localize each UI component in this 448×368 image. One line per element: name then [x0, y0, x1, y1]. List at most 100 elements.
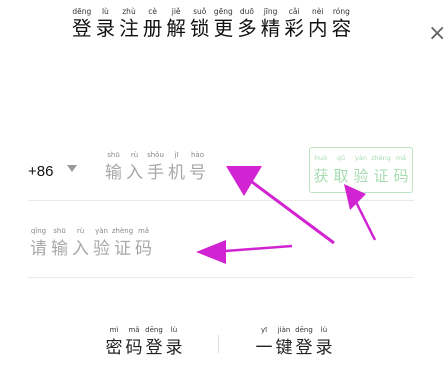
- ruby-char: zhèng 证: [112, 226, 133, 261]
- one-click-login-link[interactable]: yī 一 jiàn 键 dēng 登 lù 录: [254, 325, 334, 360]
- pinyin: qǐng: [30, 227, 47, 235]
- ruby-char: duō 多: [235, 6, 259, 41]
- ruby-char: rù 入: [70, 226, 91, 261]
- close-icon[interactable]: ×: [428, 22, 446, 46]
- ruby-char: lù 录: [314, 325, 334, 360]
- get-code-button[interactable]: huò 获 qǔ 取 yàn 验 zhèng 证 mǎ 码: [309, 147, 413, 193]
- divider: [28, 200, 414, 201]
- chevron-down-icon[interactable]: [67, 165, 77, 172]
- hanzi: 彩: [284, 17, 304, 40]
- ruby-char: yàn 验: [91, 226, 112, 261]
- ruby-char: dēng 登: [144, 325, 164, 360]
- hanzi: 码: [125, 338, 143, 358]
- pinyin: qǔ: [336, 153, 346, 162]
- pinyin: shū: [107, 151, 120, 159]
- pinyin: zhù: [122, 7, 136, 16]
- pinyin: dēng: [295, 326, 313, 334]
- pinyin: yī: [260, 326, 268, 334]
- pinyin: hào: [190, 151, 204, 159]
- hanzi: 输: [51, 239, 68, 259]
- pinyin: rù: [130, 151, 139, 159]
- hanzi: 精: [260, 17, 281, 40]
- ruby-char: suǒ 锁: [188, 6, 212, 41]
- pinyin: rù: [76, 227, 85, 235]
- ruby-char: huò 获: [311, 153, 331, 188]
- hanzi: 登: [295, 338, 313, 358]
- hanzi: 机: [168, 163, 185, 183]
- pinyin: zhèng: [111, 227, 134, 235]
- hanzi: 码: [135, 239, 152, 259]
- pinyin: lù: [320, 326, 328, 334]
- pinyin: zhèng: [371, 153, 391, 162]
- ruby-char: qǔ 取: [331, 153, 351, 188]
- hanzi: 入: [126, 163, 143, 183]
- ruby-char: dēng 登: [70, 6, 94, 41]
- pinyin: cǎi: [288, 7, 300, 16]
- hanzi: 码: [393, 166, 409, 185]
- ruby-char: shū 输: [103, 150, 124, 185]
- country-code[interactable]: +86: [28, 163, 53, 180]
- pinyin: róng: [332, 7, 350, 16]
- hanzi: 请: [30, 239, 47, 259]
- code-input-row: qǐng 请 shū 输 rù 入 yàn 验 zhèng 证 mǎ 码: [28, 226, 414, 266]
- ruby-char: lù 录: [94, 6, 118, 41]
- ruby-char: mǎ 码: [124, 325, 144, 360]
- hanzi: 获: [313, 166, 329, 185]
- separator: [218, 335, 219, 353]
- ruby-char: mì 密: [104, 325, 124, 360]
- pinyin: duō: [239, 7, 254, 16]
- pinyin: yàn: [355, 153, 367, 162]
- pinyin: jiàn: [277, 326, 291, 334]
- pinyin: jī: [174, 151, 179, 159]
- login-options: mì 密 mǎ 码 dēng 登 lù 录 yī 一 jiàn 键 dēng 登 lù 录: [0, 325, 448, 361]
- header: dēng 登 lù 录 zhù 注 cè 册 jiě 解 suǒ 锁 gēng 更 duō 多 jīng 精 cǎi…: [0, 6, 448, 54]
- ruby-char: jiě 解: [164, 6, 188, 41]
- password-login-link[interactable]: mì 密 mǎ 码 dēng 登 lù 录: [104, 325, 184, 360]
- ruby-char: dēng 登: [294, 325, 314, 360]
- phone-input[interactable]: shū 输 rù 入 shǒu 手 jī 机 hào 号: [103, 150, 208, 185]
- pinyin: jiě: [171, 7, 181, 16]
- hanzi: 键: [275, 338, 293, 358]
- ruby-char: zhù 注: [117, 6, 141, 41]
- ruby-char: qǐng 请: [28, 226, 49, 261]
- ruby-char: shǒu 手: [145, 150, 166, 185]
- ruby-char: cǎi 彩: [282, 6, 306, 41]
- phone-input-row: +86 shū 输 rù 入 shǒu 手 jī 机 hào 号 huò 获 qǔ 取 yàn 验 zhèng…: [28, 147, 414, 200]
- pinyin: dēng: [72, 7, 92, 16]
- pinyin: lù: [170, 326, 178, 334]
- ruby-char: rù 入: [124, 150, 145, 185]
- hanzi: 验: [353, 166, 369, 185]
- pinyin: shū: [53, 227, 66, 235]
- hanzi: 容: [331, 17, 352, 40]
- hanzi: 录: [95, 17, 116, 40]
- pinyin: nèi: [312, 7, 324, 16]
- hanzi: 锁: [190, 17, 210, 40]
- hanzi: 证: [114, 239, 131, 259]
- divider: [28, 277, 414, 278]
- pinyin: huò: [314, 153, 328, 162]
- hanzi: 输: [105, 163, 122, 183]
- pinyin: lù: [101, 7, 109, 16]
- ruby-char: hào 号: [187, 150, 208, 185]
- ruby-char: yī 一: [254, 325, 274, 360]
- ruby-char: jī 机: [166, 150, 187, 185]
- hanzi: 内: [307, 17, 328, 40]
- pinyin: yàn: [95, 227, 108, 235]
- hanzi: 一: [255, 338, 273, 358]
- pinyin: mǎ: [137, 227, 150, 235]
- pinyin: jīng: [263, 7, 278, 16]
- ruby-char: yàn 验: [351, 153, 371, 188]
- hanzi: 注: [119, 17, 139, 40]
- hanzi: 录: [165, 338, 183, 358]
- ruby-char: cè 册: [141, 6, 165, 41]
- hanzi: 证: [373, 166, 389, 185]
- hanzi: 解: [166, 17, 186, 40]
- hanzi: 验: [93, 239, 110, 259]
- hanzi: 录: [315, 338, 333, 358]
- ruby-char: jiàn 键: [274, 325, 294, 360]
- hanzi: 多: [237, 17, 257, 40]
- code-input[interactable]: qǐng 请 shū 输 rù 入 yàn 验 zhèng 证 mǎ 码: [28, 226, 154, 261]
- ruby-char: mǎ 码: [133, 226, 154, 261]
- hanzi: 入: [72, 239, 89, 259]
- ruby-char: gēng 更: [212, 6, 236, 41]
